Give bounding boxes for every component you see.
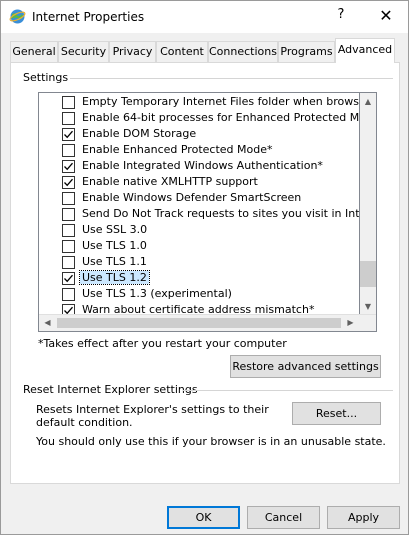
checkbox-checked[interactable]: [62, 272, 75, 285]
settings-horizontal-scrollbar[interactable]: ◀ ▶: [39, 314, 376, 331]
settings-option[interactable]: Enable native XMLHTTP support: [39, 174, 359, 190]
internet-globe-icon: [9, 8, 26, 25]
tab-advanced[interactable]: Advanced: [335, 38, 395, 63]
checkbox-checked[interactable]: [62, 128, 75, 141]
vertical-scroll-thumb[interactable]: [360, 261, 376, 287]
settings-option-label: Use SSL 3.0: [82, 223, 148, 236]
settings-option[interactable]: Use TLS 1.0: [39, 238, 359, 254]
settings-option-label: Enable Enhanced Protected Mode*: [82, 143, 273, 156]
settings-option-label: Enable DOM Storage: [82, 127, 197, 140]
restart-note: *Takes effect after you restart your com…: [38, 337, 287, 350]
settings-option-label: Empty Temporary Internet Files folder wh…: [82, 95, 359, 108]
scroll-down-arrow-icon[interactable]: ▼: [360, 298, 376, 315]
scroll-up-arrow-icon[interactable]: ▲: [360, 93, 376, 110]
tab-programs[interactable]: Programs: [278, 41, 335, 62]
settings-option[interactable]: Enable 64-bit processes for Enhanced Pro…: [39, 110, 359, 126]
scroll-left-arrow-icon[interactable]: ◀: [39, 315, 56, 331]
checkbox-checked[interactable]: [62, 176, 75, 189]
reset-description: Resets Internet Explorer's settings to t…: [36, 403, 269, 429]
settings-option[interactable]: Enable Windows Defender SmartScreen: [39, 190, 359, 206]
settings-option-label: Enable Integrated Windows Authentication…: [82, 159, 323, 172]
settings-list[interactable]: Empty Temporary Internet Files folder wh…: [38, 92, 360, 332]
restore-advanced-settings-button[interactable]: Restore advanced settings: [230, 355, 381, 378]
settings-option[interactable]: Send Do Not Track requests to sites you …: [39, 206, 359, 222]
settings-option-label: Enable native XMLHTTP support: [82, 175, 258, 188]
settings-option-label: Use TLS 1.1: [82, 255, 147, 268]
tab-content[interactable]: Content: [156, 41, 208, 62]
reset-button[interactable]: Reset...: [292, 402, 381, 425]
scrollbar-corner: [360, 315, 376, 331]
checkbox-unchecked[interactable]: [62, 112, 75, 125]
checkbox-unchecked[interactable]: [62, 208, 75, 221]
tab-connections[interactable]: Connections: [208, 41, 278, 62]
checkbox-checked[interactable]: [62, 160, 75, 173]
checkbox-unchecked[interactable]: [62, 224, 75, 237]
settings-option-label: Use TLS 1.0: [82, 239, 147, 252]
checkbox-unchecked[interactable]: [62, 192, 75, 205]
settings-option-label: Send Do Not Track requests to sites you …: [82, 207, 359, 220]
settings-option[interactable]: Use TLS 1.3 (experimental): [39, 286, 359, 302]
settings-option[interactable]: Use TLS 1.1: [39, 254, 359, 270]
settings-option[interactable]: Empty Temporary Internet Files folder wh…: [39, 94, 359, 110]
settings-option-label: Use TLS 1.3 (experimental): [82, 287, 232, 300]
horizontal-scroll-thumb[interactable]: [57, 318, 341, 328]
restore-advanced-settings-label: Restore advanced settings: [232, 360, 379, 373]
cancel-button[interactable]: Cancel: [247, 506, 320, 529]
title-bar: Internet Properties ? ✕: [1, 1, 408, 33]
settings-option-label: Enable Windows Defender SmartScreen: [82, 191, 302, 204]
window-title: Internet Properties: [32, 10, 145, 24]
checkbox-unchecked[interactable]: [62, 288, 75, 301]
settings-option[interactable]: Enable Integrated Windows Authentication…: [39, 158, 359, 174]
checkmark-icon: [64, 274, 73, 283]
scroll-right-arrow-icon[interactable]: ▶: [342, 315, 359, 331]
checkmark-icon: [64, 130, 73, 139]
settings-option-label: Enable 64-bit processes for Enhanced Pro…: [82, 111, 359, 124]
tab-general[interactable]: General: [10, 41, 58, 62]
checkbox-unchecked[interactable]: [62, 96, 75, 109]
settings-group-divider: [70, 78, 393, 79]
reset-group-divider: [183, 390, 393, 391]
settings-option[interactable]: Use SSL 3.0: [39, 222, 359, 238]
settings-option[interactable]: Enable Enhanced Protected Mode*: [39, 142, 359, 158]
settings-option-label: Use TLS 1.2: [79, 270, 150, 285]
checkbox-unchecked[interactable]: [62, 144, 75, 157]
tab-privacy[interactable]: Privacy: [109, 41, 156, 62]
ok-button[interactable]: OK: [167, 506, 240, 529]
reset-warning: You should only use this if your browser…: [36, 435, 386, 448]
checkbox-unchecked[interactable]: [62, 256, 75, 269]
close-button[interactable]: ✕: [371, 5, 401, 29]
settings-vertical-scrollbar[interactable]: ▲ ▼: [360, 92, 377, 332]
apply-button[interactable]: Apply: [327, 506, 400, 529]
checkmark-icon: [64, 178, 73, 187]
tab-security[interactable]: Security: [58, 41, 109, 62]
settings-option[interactable]: Enable DOM Storage: [39, 126, 359, 142]
checkbox-unchecked[interactable]: [62, 240, 75, 253]
settings-group-label: Settings: [23, 71, 73, 84]
help-button[interactable]: ?: [334, 7, 348, 25]
internet-properties-dialog: Internet Properties ? ✕ General Security…: [0, 0, 409, 535]
reset-group-label: Reset Internet Explorer settings: [23, 383, 202, 396]
settings-option[interactable]: Use TLS 1.2: [39, 270, 359, 286]
checkmark-icon: [64, 162, 73, 171]
